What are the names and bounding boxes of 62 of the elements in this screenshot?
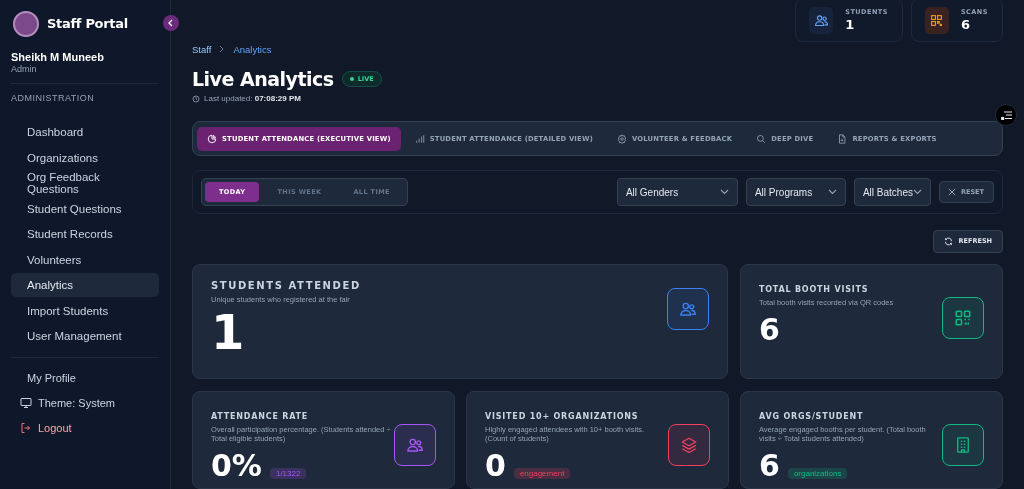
metric-badge: engagement [513,467,571,479]
filter-list-icon [1000,110,1012,120]
pie-chart-icon [207,133,217,144]
logout-icon [20,422,32,434]
metric-title: VISITED 10+ ORGANIZATIONS [485,411,640,421]
metric-title: TOTAL BOOTH VISITS [759,284,870,294]
metric-value: 6 [759,450,780,481]
metric-badge: organizations [787,467,848,479]
logout-link[interactable]: Logout [38,422,72,434]
profile-link[interactable]: My Profile [11,366,159,390]
user-role: Admin [11,64,38,74]
theme-toggle[interactable]: Theme: System [38,397,116,409]
metric-badge: 1/1322 [269,467,307,479]
qr-code-icon [930,13,944,27]
summary-value: 6 [960,17,971,32]
building-icon [954,435,972,454]
sidebar-item[interactable]: Volunteers [11,247,159,272]
layers-icon [680,435,698,454]
sidebar-item[interactable]: Dashboard [11,120,159,144]
sidebar-item[interactable]: Student Questions [11,196,159,221]
qr-code-icon [954,308,972,327]
section-label: ADMINISTRATION [10,92,96,103]
monitor-icon [20,397,32,409]
sidebar-item[interactable]: Org Feedback Questions [11,171,159,195]
breadcrumb-link[interactable]: Staff [192,44,212,55]
sidebar-item[interactable]: Organizations [11,145,159,170]
brand-title: Staff Portal [47,16,128,31]
filter-dropdown[interactable]: All Programs [745,178,846,207]
metric-title: AVG ORGS/STUDENT [759,411,865,421]
filter-dropdown[interactable]: All Genders [616,178,738,207]
logo-icon [13,10,39,37]
metric-value: 1 [211,307,245,356]
metric-value: 0% [211,450,262,481]
metric-title: ATTENDANCE RATE [211,411,310,421]
chevron-left-icon [167,19,175,27]
chevron-down-icon [913,189,922,196]
metric-value: 6 [759,314,780,345]
collapse-button[interactable] [163,15,179,31]
filter-dropdown[interactable]: All Batches [853,178,931,207]
search-icon [756,133,767,144]
sidebar-item[interactable]: Student Records [11,222,159,246]
refresh-icon [943,236,953,246]
sidebar-item[interactable]: Import Students [11,298,159,323]
clock-icon [192,94,200,103]
chevron-down-icon [719,189,729,196]
last-updated-text: Last updated: 07:08:29 PM [204,94,301,103]
sidebar-item[interactable]: Analytics [11,273,159,297]
settings-icon [616,133,627,144]
chevron-icon [219,44,226,55]
page-title: Live Analytics [192,68,334,90]
users-icon [813,12,829,28]
breadcrumb-link[interactable]: Analytics [233,44,272,55]
filter-list-button[interactable] [995,104,1017,126]
chevron-down-icon [827,189,837,196]
sidebar-item[interactable]: User Management [11,324,159,348]
close-icon [949,189,955,196]
user-name: Sheikh M Muneeb [11,51,105,63]
document-icon [837,133,848,144]
summary-value: 1 [845,17,856,32]
bar-chart-icon [414,133,425,144]
metric-title: STUDENTS ATTENDED [211,279,362,291]
metric-value: 0 [485,450,506,481]
